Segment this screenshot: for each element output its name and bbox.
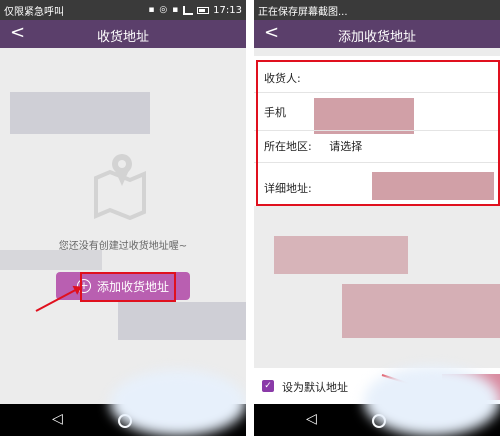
blurred-region (274, 236, 408, 274)
blurred-region (118, 302, 246, 340)
header-bar: < 收货地址 (0, 20, 246, 48)
battery-icon (197, 6, 210, 14)
watermark-glow (364, 366, 500, 436)
add-address-screen: 正在保存屏幕截图... < 添加收货地址 收货人: 手机 所在地区: 请选择 详… (254, 0, 500, 436)
default-address-checkbox[interactable]: ✓ (262, 380, 274, 392)
watermark-glow (110, 370, 246, 436)
nav-back-icon[interactable]: ◁ (306, 411, 317, 427)
signal-icon (183, 5, 194, 15)
address-list-screen: 仅限紧急呼叫 ▪ ◎ ▪ 17:13 < 收货地址 您还没有创建过收货地址喔~ … (0, 0, 246, 436)
highlight-box (256, 60, 500, 206)
blurred-region (0, 250, 102, 270)
status-bar: 仅限紧急呼叫 ▪ ◎ ▪ 17:13 (0, 0, 246, 20)
status-text: 仅限紧急呼叫 (4, 6, 64, 18)
status-bar: 正在保存屏幕截图... (254, 0, 500, 20)
blurred-region (342, 284, 500, 338)
nav-back-icon[interactable]: ◁ (52, 411, 63, 427)
status-time: 17:13 (213, 4, 242, 16)
map-pin-icon (94, 154, 146, 220)
highlight-box (80, 272, 176, 302)
default-address-label: 设为默认地址 (282, 381, 348, 394)
page-title: 收货地址 (96, 30, 149, 45)
page-title: 添加收货地址 (337, 30, 416, 45)
notification-icons: ▪ ◎ ▪ (148, 5, 180, 15)
blurred-region (10, 92, 150, 134)
header-bar: < 添加收货地址 (254, 20, 500, 48)
status-text: 正在保存屏幕截图... (258, 6, 348, 18)
divider (246, 0, 254, 436)
